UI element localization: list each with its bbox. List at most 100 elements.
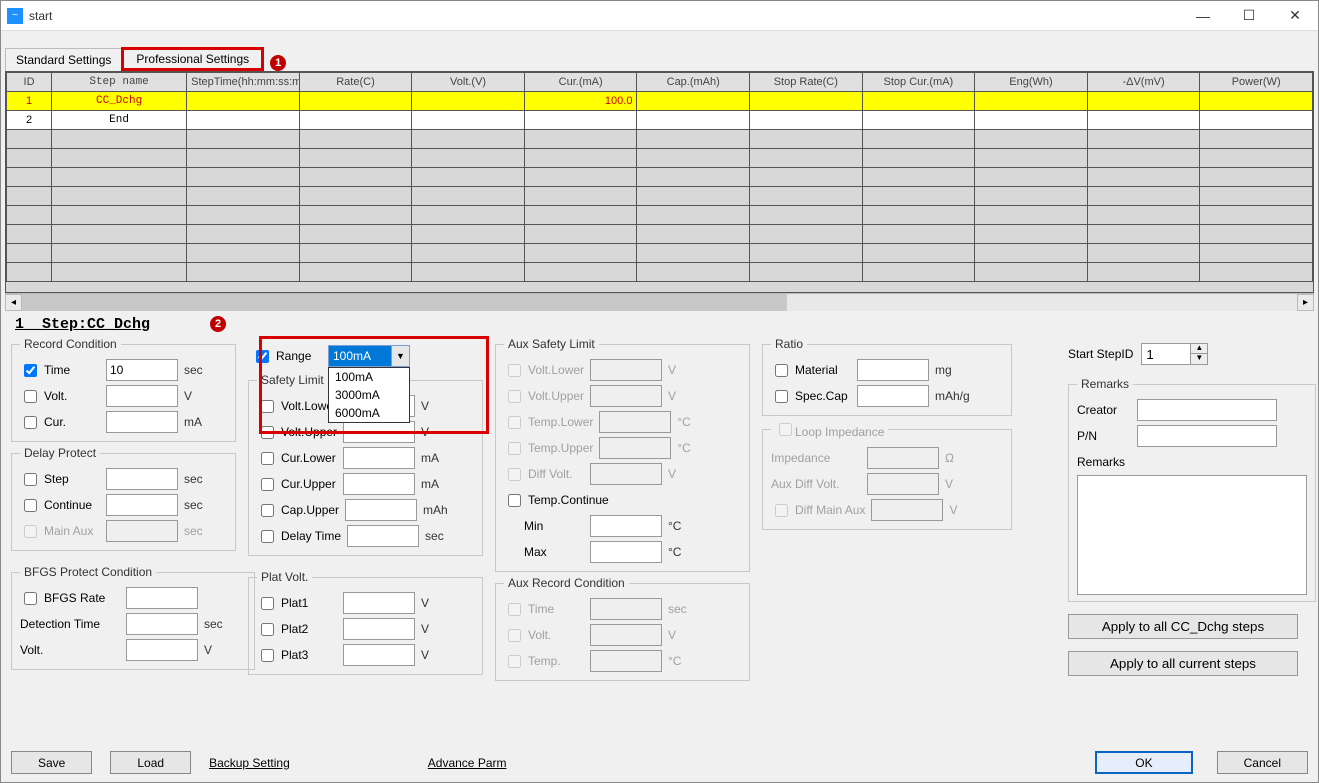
range-option-100ma[interactable]: 100mA (329, 368, 409, 386)
grid-header[interactable]: ID (7, 73, 52, 92)
maximize-button[interactable]: ☐ (1226, 1, 1272, 31)
tab-standard-settings[interactable]: Standard Settings (5, 48, 122, 71)
range-selected[interactable]: 100mA (328, 345, 392, 367)
record-condition-legend: Record Condition (20, 337, 121, 351)
grid-header[interactable]: Step name (52, 73, 187, 92)
plat2-input[interactable] (343, 618, 415, 640)
record-cur-checkbox[interactable]: Cur. (20, 413, 100, 432)
range-option-6000ma[interactable]: 6000mA (329, 404, 409, 422)
record-volt-input[interactable] (106, 385, 178, 407)
table-row-empty (7, 244, 1313, 263)
delay-step-checkbox[interactable]: Step (20, 470, 100, 489)
ok-button[interactable]: OK (1095, 751, 1192, 774)
backup-setting-link[interactable]: Backup Setting (209, 756, 290, 770)
record-time-input[interactable] (106, 359, 178, 381)
aux-min-input[interactable] (590, 515, 662, 537)
load-button[interactable]: Load (110, 751, 191, 774)
plat3-input[interactable] (343, 644, 415, 666)
table-row-empty (7, 168, 1313, 187)
tab-professional-settings[interactable]: Professional Settings (132, 48, 253, 70)
right-panel: Start StepID ▲▼ Remarks Creator P/N Rema… (1068, 337, 1308, 676)
range-checkbox[interactable]: Range (252, 347, 322, 366)
plat2-checkbox[interactable]: Plat2 (257, 620, 337, 639)
delay-step-input[interactable] (106, 468, 178, 490)
loop-auxdiff-input (867, 473, 939, 495)
aux-min-label: Min (524, 519, 584, 533)
dropdown-arrow-icon[interactable]: ▼ (392, 345, 410, 367)
grid-header[interactable]: Stop Cur.(mA) (862, 73, 975, 92)
pn-label: P/N (1077, 429, 1131, 443)
auxrec-temp-checkbox: Temp. (504, 652, 584, 671)
auxrec-volt-input (590, 624, 662, 646)
aux-tempcontinue-checkbox[interactable]: Temp.Continue (504, 491, 624, 510)
safety-capupper-input[interactable] (345, 499, 417, 521)
close-button[interactable]: ✕ (1272, 1, 1318, 31)
record-volt-checkbox[interactable]: Volt. (20, 387, 100, 406)
safety-voltupper-input[interactable] (343, 421, 415, 443)
table-row[interactable]: 2End (7, 111, 1313, 130)
save-button[interactable]: Save (11, 751, 92, 774)
grid-header[interactable]: Cur.(mA) (524, 73, 637, 92)
record-cur-input[interactable] (106, 411, 178, 433)
grid-header[interactable]: Stop Rate(C) (750, 73, 863, 92)
loop-impedance-input (867, 447, 939, 469)
bfgs-detection-input[interactable] (126, 613, 198, 635)
grid-header[interactable]: Cap.(mAh) (637, 73, 750, 92)
range-option-3000ma[interactable]: 3000mA (329, 386, 409, 404)
record-time-checkbox[interactable]: Time (20, 361, 100, 380)
aux-max-input[interactable] (590, 541, 662, 563)
grid-header[interactable]: -ΔV(mV) (1087, 73, 1200, 92)
safety-curupper-input[interactable] (343, 473, 415, 495)
auxrec-time-checkbox: Time (504, 600, 584, 619)
bfgs-volt-input[interactable] (126, 639, 198, 661)
grid-header[interactable]: Volt.(V) (412, 73, 525, 92)
scroll-left-button[interactable]: ◂ (5, 294, 22, 311)
remarks-textarea[interactable] (1077, 475, 1307, 595)
ratio-material-input[interactable] (857, 359, 929, 381)
safety-curlower-input[interactable] (343, 447, 415, 469)
table-row-empty (7, 130, 1313, 149)
bfgs-group: BFGS Protect Condition BFGS Rate Detecti… (11, 565, 255, 670)
scrollbar-thumb[interactable] (22, 294, 787, 311)
advance-parm-link[interactable]: Advance Parm (428, 756, 507, 770)
cancel-button[interactable]: Cancel (1217, 751, 1308, 774)
safety-delaytime-checkbox[interactable]: Delay Time (257, 527, 341, 546)
ratio-material-checkbox[interactable]: Material (771, 361, 851, 380)
grid-horizontal-scrollbar[interactable]: ◂ ▸ (5, 293, 1314, 310)
bfgs-rate-checkbox[interactable]: BFGS Rate (20, 589, 120, 608)
safety-voltlower-checkbox[interactable]: Volt.Lower (257, 397, 337, 416)
start-stepid-spinner[interactable]: ▲▼ (1141, 343, 1208, 365)
bfgs-detection-label: Detection Time (20, 617, 120, 631)
range-dropdown[interactable]: 100mA ▼ 100mA 3000mA 6000mA (328, 345, 410, 367)
safety-capupper-checkbox[interactable]: Cap.Upper (257, 501, 339, 520)
plat1-input[interactable] (343, 592, 415, 614)
safety-curlower-checkbox[interactable]: Cur.Lower (257, 449, 337, 468)
grid-header[interactable]: Eng(Wh) (975, 73, 1088, 92)
grid-header[interactable]: Power(W) (1200, 73, 1313, 92)
ratio-speccap-checkbox[interactable]: Spec.Cap (771, 387, 851, 406)
bfgs-rate-input[interactable] (126, 587, 198, 609)
delay-continue-input[interactable] (106, 494, 178, 516)
minimize-button[interactable]: — (1180, 1, 1226, 31)
pn-input[interactable] (1137, 425, 1277, 447)
safety-delaytime-input[interactable] (347, 525, 419, 547)
apply-all-dchg-button[interactable]: Apply to all CC_Dchg steps (1068, 614, 1298, 639)
apply-all-current-button[interactable]: Apply to all current steps (1068, 651, 1298, 676)
safety-curupper-checkbox[interactable]: Cur.Upper (257, 475, 337, 494)
callout-badge-2: 2 (210, 316, 226, 332)
grid-header[interactable]: StepTime(hh:mm:ss:ms) (187, 73, 300, 92)
creator-input[interactable] (1137, 399, 1277, 421)
safety-voltupper-checkbox[interactable]: Volt.Upper (257, 423, 337, 442)
plat3-checkbox[interactable]: Plat3 (257, 646, 337, 665)
plat-volt-legend: Plat Volt. (257, 570, 312, 584)
aux-voltlower-checkbox: Volt.Lower (504, 361, 584, 380)
delay-mainaux-checkbox: Main Aux (20, 522, 100, 541)
plat1-checkbox[interactable]: Plat1 (257, 594, 337, 613)
grid-header[interactable]: Rate(C) (299, 73, 412, 92)
start-stepid-input[interactable] (1141, 343, 1191, 365)
scroll-right-button[interactable]: ▸ (1297, 294, 1314, 311)
ratio-speccap-input[interactable] (857, 385, 929, 407)
delay-continue-checkbox[interactable]: Continue (20, 496, 100, 515)
table-row[interactable]: 1CC_Dchg100.0 (7, 92, 1313, 111)
spin-down-icon[interactable]: ▼ (1191, 354, 1207, 364)
